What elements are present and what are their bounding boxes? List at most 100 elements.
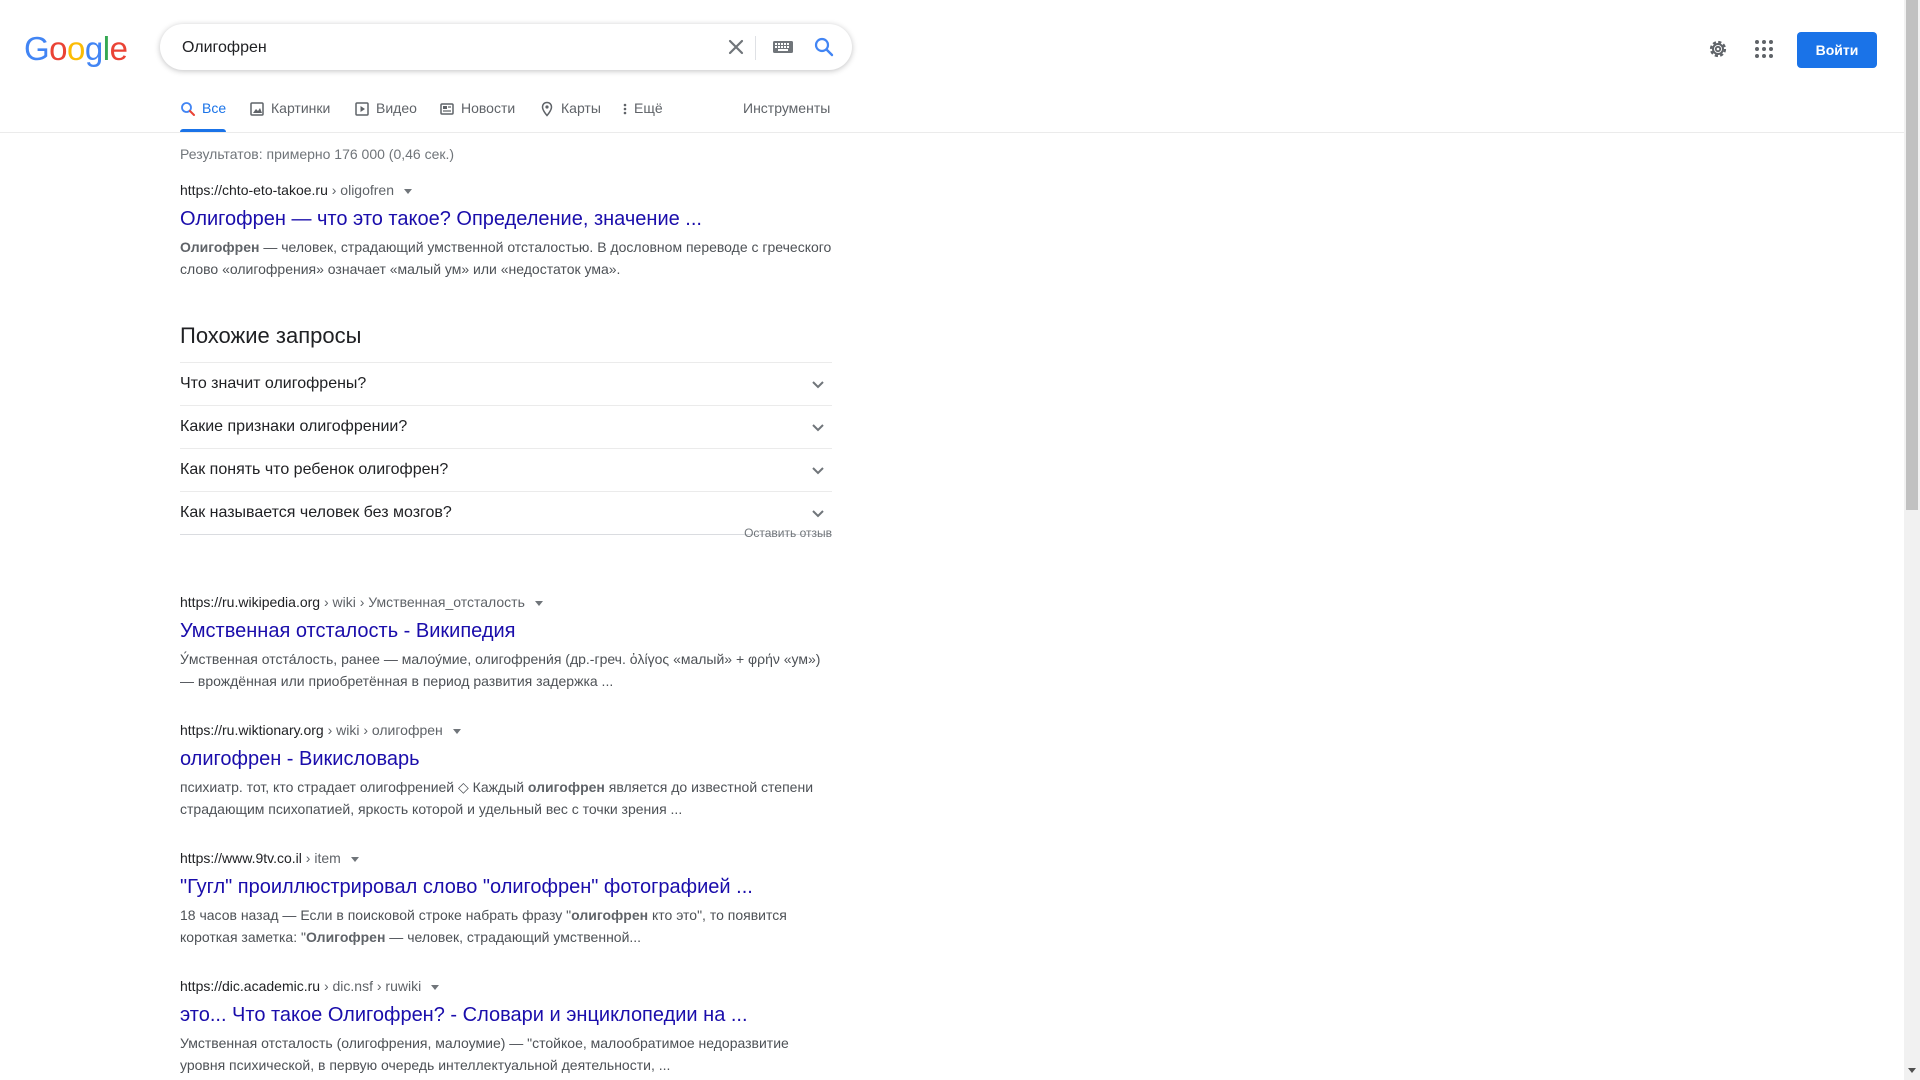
- related-question-item[interactable]: Как понять что ребенок олигофрен?: [180, 448, 832, 491]
- related-question-text: Как называется человек без мозгов?: [180, 504, 452, 521]
- google-logo[interactable]: Google: [24, 30, 128, 68]
- search-result: https://dic.academic.ru › dic.nsf › ruwi…: [180, 976, 832, 1076]
- tab-label: Новости: [461, 100, 516, 116]
- apps-grid-icon[interactable]: [1752, 37, 1776, 66]
- result-site: https://dic.academic.ru: [180, 978, 321, 994]
- tab-maps[interactable]: Карты: [539, 100, 601, 132]
- snippet-highlight: олигофрен: [571, 907, 649, 923]
- tab-news[interactable]: Новости: [439, 100, 515, 132]
- snippet-text: 18 часов назад — Если в поисковой строке…: [180, 907, 572, 923]
- search-input[interactable]: [180, 24, 684, 72]
- caret-down-icon[interactable]: [350, 856, 359, 862]
- logo-letter: l: [102, 30, 110, 67]
- result-title-link[interactable]: олигофрен - Викисловарь: [180, 746, 832, 772]
- tab-label: Карты: [561, 100, 601, 116]
- snippet-text: — человек, страдающий умственной...: [385, 929, 642, 945]
- snippet-text: — человек, страдающий умственной отстало…: [180, 239, 832, 277]
- result-path: › item: [301, 850, 341, 866]
- related-question-item[interactable]: Какие признаки олигофрении?: [180, 405, 832, 448]
- result-url[interactable]: https://dic.academic.ru › dic.nsf › ruwi…: [180, 976, 832, 996]
- result-title-link[interactable]: Умственная отсталость - Википедия: [180, 618, 832, 644]
- result-url[interactable]: https://ru.wikipedia.org › wiki › Умстве…: [180, 592, 832, 612]
- snippet-highlight: олигофрен: [527, 779, 605, 795]
- settings-gear-icon[interactable]: [1706, 37, 1730, 66]
- related-question-text: Что значит олигофрены?: [180, 375, 367, 392]
- result-snippet: 18 часов назад — Если в поисковой строке…: [180, 904, 832, 948]
- tab-label: Картинки: [271, 100, 331, 116]
- snippet-highlight: Олигофрен: [180, 239, 260, 255]
- related-question-text: Как понять что ребенок олигофрен?: [180, 461, 449, 478]
- tab-images[interactable]: Картинки: [249, 100, 330, 132]
- chevron-down-icon: [812, 467, 824, 475]
- result-title-link[interactable]: Олигофрен — что это такое? Определение, …: [180, 206, 832, 232]
- result-snippet: психиатр. тот, кто страдает олигофренией…: [180, 776, 832, 820]
- search-box: [160, 24, 852, 72]
- search-result: https://www.9tv.co.il › item "Гугл" прои…: [180, 848, 832, 948]
- tab-label: Все: [202, 100, 227, 116]
- result-path: › wiki › Умственная_отсталость: [320, 594, 525, 610]
- search-icon: [181, 102, 195, 116]
- snippet-highlight: Олигофрен: [305, 929, 386, 945]
- result-snippet: Умственная отсталость (олигофрения, мало…: [180, 1032, 832, 1076]
- tab-all[interactable]: Все: [180, 100, 227, 132]
- video-icon: [355, 102, 369, 116]
- result-title-link[interactable]: это... Что такое Олигофрен? - Словари и …: [180, 1002, 832, 1028]
- logo-letter: g: [84, 30, 103, 67]
- map-pin-icon: [541, 101, 553, 117]
- search-result: https://ru.wiktionary.org › wiki › олиго…: [180, 720, 832, 820]
- result-title-link[interactable]: "Гугл" проиллюстрировал слово "олигофрен…: [180, 874, 832, 900]
- clear-icon[interactable]: [724, 35, 748, 64]
- related-question-list: Что значит олигофрены? Какие признаки ол…: [180, 362, 832, 535]
- caret-down-icon[interactable]: [452, 728, 461, 734]
- tab-label: Видео: [376, 100, 417, 116]
- page-scrollbar[interactable]: [1904, 0, 1920, 1080]
- tools-label: Инструменты: [743, 100, 831, 116]
- related-question-item[interactable]: Как называется человек без мозгов?: [180, 491, 832, 534]
- more-vert-icon: [623, 103, 627, 115]
- chevron-down-icon: [812, 424, 824, 432]
- result-url[interactable]: https://ru.wiktionary.org › wiki › олиго…: [180, 720, 832, 740]
- result-path: › oligofren: [327, 182, 395, 198]
- feedback-link[interactable]: Оставить отзыв: [744, 526, 832, 540]
- search-result: https://ru.wikipedia.org › wiki › Умстве…: [180, 592, 832, 692]
- related-questions: Похожие запросы Что значит олигофрены? К…: [180, 322, 832, 540]
- keyboard-icon[interactable]: [772, 38, 794, 61]
- logo-letter: o: [67, 30, 85, 67]
- header: Google Все Картинки Видео Новости: [0, 0, 1904, 133]
- divider: [755, 36, 756, 60]
- caret-down-icon[interactable]: [404, 188, 413, 194]
- result-path: › wiki › олигофрен: [323, 722, 443, 738]
- snippet-text: Умственная отсталость (олигофрения, мало…: [180, 1035, 789, 1073]
- tools-button[interactable]: Инструменты: [743, 100, 830, 132]
- caret-down-icon[interactable]: [431, 984, 440, 990]
- image-icon: [250, 102, 264, 116]
- logo-letter: o: [49, 30, 68, 67]
- result-url[interactable]: https://www.9tv.co.il › item: [180, 848, 832, 868]
- result-site: https://ru.wiktionary.org: [180, 722, 324, 738]
- signin-button[interactable]: Войти: [1797, 32, 1877, 68]
- tab-label: Ещё: [634, 100, 663, 116]
- result-site: https://chto-eto-takoe.ru: [180, 182, 328, 198]
- related-question-item[interactable]: Что значит олигофрены?: [180, 362, 832, 405]
- result-site: https://ru.wikipedia.org: [180, 594, 321, 610]
- snippet-text: психиатр. тот, кто страдает олигофренией…: [180, 779, 528, 795]
- search-icon[interactable]: [812, 35, 836, 64]
- chevron-down-icon: [812, 381, 824, 389]
- related-heading: Похожие запросы: [180, 323, 362, 348]
- snippet-text: У́мственная отста́лость, ранее — малоу́м…: [180, 651, 821, 689]
- tab-more[interactable]: Ещё: [622, 100, 663, 132]
- tab-video[interactable]: Видео: [354, 100, 417, 132]
- scroll-down-arrow-icon[interactable]: [1908, 1068, 1916, 1073]
- search-result: https://chto-eto-takoe.ru › oligofren Ол…: [180, 180, 832, 280]
- logo-letter: e: [109, 30, 128, 67]
- caret-down-icon[interactable]: [534, 600, 543, 606]
- related-question-text: Какие признаки олигофрении?: [180, 418, 408, 435]
- result-snippet: У́мственная отста́лость, ранее — малоу́м…: [180, 648, 832, 692]
- result-snippet: Олигофрен — человек, страдающий умственн…: [180, 236, 832, 280]
- result-url[interactable]: https://chto-eto-takoe.ru › oligofren: [180, 180, 832, 200]
- chevron-down-icon: [812, 510, 824, 518]
- scrollbar-thumb[interactable]: [1906, 0, 1918, 510]
- logo-letter: G: [24, 30, 50, 67]
- news-icon: [440, 103, 454, 115]
- result-site: https://www.9tv.co.il: [180, 850, 302, 866]
